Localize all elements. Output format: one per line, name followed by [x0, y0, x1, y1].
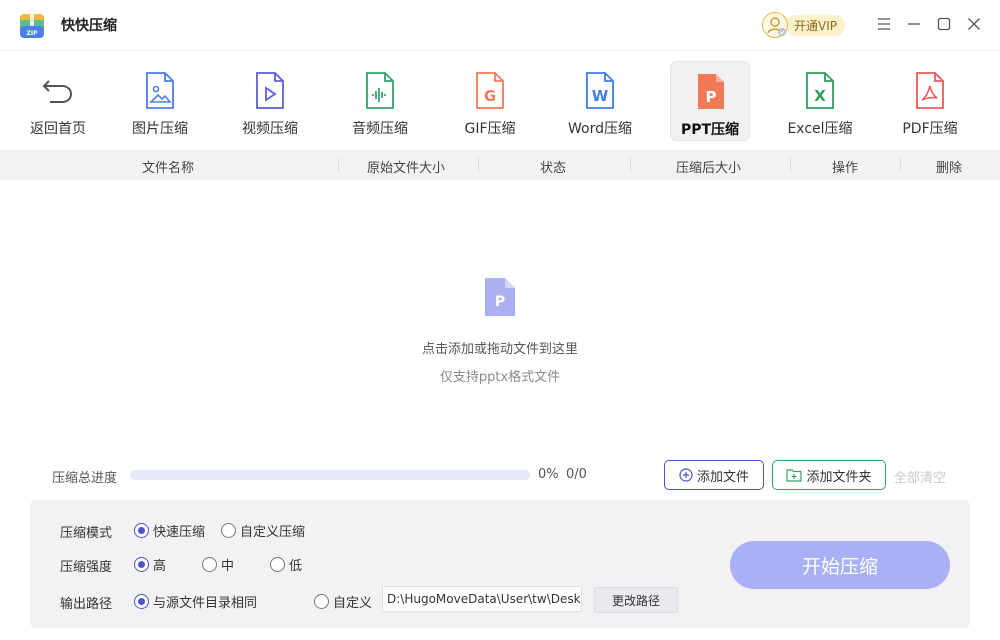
audio-file-icon	[366, 72, 394, 109]
app-logo-icon: ZIP	[20, 12, 44, 38]
toolbar: 返回首页 图片压缩 视频压缩 音频压缩 G GIF压缩 W Word压缩 P P…	[0, 50, 1000, 150]
column-status: 状态	[540, 161, 567, 176]
column-original-size: 原始文件大小	[367, 161, 446, 176]
minimize-icon[interactable]	[904, 14, 924, 34]
image-compress-tab[interactable]: 图片压缩	[120, 61, 200, 141]
audio-compress-label: 音频压缩	[352, 121, 408, 137]
pdf-file-icon	[916, 72, 944, 109]
strength-high-label: 高	[153, 559, 167, 574]
back-home-label: 返回首页	[30, 121, 86, 137]
radio-unselected	[270, 557, 285, 572]
progress-count: 0/0	[566, 467, 587, 482]
radio-selected	[134, 557, 149, 572]
column-actions: 操作	[832, 161, 859, 176]
mode-fast-label: 快速压缩	[153, 525, 206, 540]
image-file-icon	[146, 72, 174, 109]
output-same-dir-label: 与源文件目录相同	[153, 596, 258, 611]
column-divider	[900, 158, 901, 172]
strength-low-label: 低	[289, 559, 303, 574]
maximize-icon[interactable]	[934, 14, 954, 34]
column-compressed-size: 压缩后大小	[676, 161, 742, 176]
radio-selected	[134, 594, 149, 609]
app-logo-text: ZIP	[27, 30, 39, 37]
file-table-header: 文件名称 原始文件大小 状态 压缩后大小 操作 删除	[0, 150, 1000, 180]
progress-percent: 0%	[538, 467, 559, 482]
add-folder-label: 添加文件夹	[806, 469, 872, 485]
vip-label: 开通VIP	[786, 14, 845, 36]
gif-compress-tab[interactable]: G GIF压缩	[450, 61, 530, 141]
close-icon[interactable]	[964, 14, 984, 34]
video-compress-tab[interactable]: 视频压缩	[230, 61, 310, 141]
gif-compress-label: GIF压缩	[464, 121, 516, 137]
supported-format-hint: 仅支持pptx格式文件	[439, 370, 561, 385]
audio-compress-tab[interactable]: 音频压缩	[340, 61, 420, 141]
column-divider	[630, 158, 631, 172]
image-compress-label: 图片压缩	[132, 121, 188, 137]
title-bar: ZIP 快快压缩 开通VIP	[0, 0, 1000, 50]
output-path-input[interactable]: D:\HugoMoveData\User\tw\Desk	[382, 586, 582, 612]
compress-mode-label: 压缩模式	[60, 526, 113, 541]
column-divider	[338, 158, 339, 172]
change-path-button[interactable]: 更改路径	[594, 587, 678, 613]
radio-unselected	[221, 523, 236, 538]
progress-label: 压缩总进度	[52, 471, 118, 486]
mode-custom-label: 自定义压缩	[240, 525, 306, 540]
video-compress-label: 视频压缩	[242, 121, 298, 137]
word-compress-tab[interactable]: W Word压缩	[560, 61, 640, 141]
add-file-label: 添加文件	[696, 469, 749, 485]
strength-medium-radio[interactable]: 中	[202, 555, 234, 574]
ppt-placeholder-icon: P	[485, 278, 515, 320]
strength-low-radio[interactable]: 低	[270, 555, 302, 574]
svg-text:G: G	[484, 87, 496, 105]
compress-strength-label: 压缩强度	[60, 560, 113, 575]
output-same-dir-radio[interactable]: 与源文件目录相同	[134, 592, 257, 611]
settings-panel: 压缩模式 快速压缩 自定义压缩 压缩强度 高 中 低 输出路径 与源文件目录相同…	[30, 500, 970, 628]
strength-medium-label: 中	[221, 559, 235, 574]
radio-unselected	[202, 557, 217, 572]
word-file-icon: W	[586, 72, 614, 109]
start-compress-button[interactable]: 开始压缩	[730, 541, 950, 589]
column-divider	[790, 158, 791, 172]
add-folder-icon	[786, 469, 803, 482]
mode-custom-radio[interactable]: 自定义压缩	[221, 521, 305, 540]
back-arrow-icon	[42, 80, 73, 103]
drop-instructions: 点击添加或拖动文件到这里	[421, 342, 578, 357]
svg-text:W: W	[592, 87, 609, 105]
radio-selected	[134, 523, 149, 538]
file-drop-zone[interactable]: P 点击添加或拖动文件到这里 仅支持pptx格式文件	[0, 180, 1000, 450]
mode-fast-radio[interactable]: 快速压缩	[134, 521, 205, 540]
svg-text:P: P	[495, 294, 505, 310]
svg-text:X: X	[814, 87, 826, 105]
add-file-button[interactable]: 添加文件	[664, 460, 764, 490]
word-compress-label: Word压缩	[568, 121, 632, 137]
svg-text:P: P	[706, 88, 717, 106]
pdf-compress-tab[interactable]: PDF压缩	[890, 61, 970, 141]
back-home-button[interactable]: 返回首页	[18, 61, 98, 141]
video-file-icon	[256, 72, 284, 109]
ppt-compress-tab[interactable]: P PPT压缩	[670, 61, 750, 141]
column-delete: 删除	[936, 161, 963, 176]
app-title: 快快压缩	[61, 18, 117, 34]
total-progress-bar	[130, 470, 530, 480]
excel-file-icon: X	[806, 72, 834, 109]
output-custom-label: 自定义	[333, 596, 373, 611]
output-custom-radio[interactable]: 自定义	[314, 592, 372, 611]
radio-unselected	[314, 594, 329, 609]
ppt-compress-label: PPT压缩	[680, 122, 740, 138]
output-path-label: 输出路径	[60, 597, 113, 612]
pdf-compress-label: PDF压缩	[902, 121, 958, 137]
column-file-name: 文件名称	[142, 161, 195, 176]
ppt-file-icon: P	[698, 74, 724, 109]
excel-compress-tab[interactable]: X Excel压缩	[780, 61, 860, 141]
strength-high-radio[interactable]: 高	[134, 555, 166, 574]
add-folder-button[interactable]: 添加文件夹	[772, 460, 886, 490]
clear-all-button[interactable]: 全部清空	[894, 467, 946, 486]
vip-button[interactable]: 开通VIP	[762, 11, 845, 39]
avatar	[762, 12, 788, 38]
add-circle-icon	[679, 468, 693, 482]
column-divider	[478, 158, 479, 172]
gif-file-icon: G	[476, 72, 504, 109]
excel-compress-label: Excel压缩	[787, 121, 853, 137]
menu-icon[interactable]	[874, 14, 894, 34]
